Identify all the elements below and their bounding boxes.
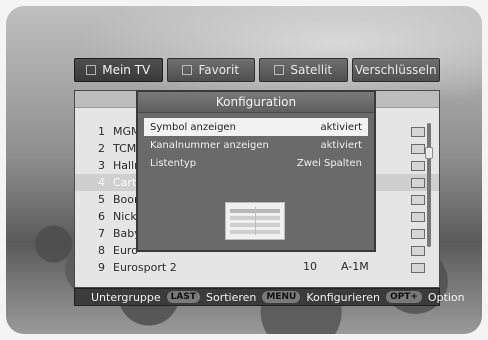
- lock-icon: [411, 194, 425, 205]
- lock-icon: [411, 228, 425, 239]
- option-value: aktiviert: [320, 139, 363, 151]
- channel-number: 2: [98, 142, 105, 155]
- tv-icon: [86, 65, 97, 75]
- bottom-help-bar: Untergruppe LAST Sortieren MENU Konfigur…: [74, 288, 465, 306]
- option-value: Zwei Spalten: [296, 157, 362, 169]
- channel-extra-col3: 10: [303, 260, 317, 273]
- option-kanalnummer-anzeigen[interactable]: Kanalnummer anzeigen aktiviert: [144, 136, 368, 154]
- channel-number: 5: [98, 193, 105, 206]
- tab-verschluesseln[interactable]: Verschlüsseln: [351, 58, 440, 82]
- channel-number: 3: [98, 159, 105, 172]
- menu-key-icon: MENU: [262, 291, 301, 303]
- channel-row[interactable]: 9 Eurosport 2 10 A-1M: [75, 259, 439, 276]
- channel-extra-col4: A-1M: [341, 260, 369, 273]
- lock-icon: [411, 211, 425, 222]
- satellite-icon: [274, 65, 285, 75]
- channel-number: 6: [98, 210, 105, 223]
- configuration-dialog: Konfiguration Symbol anzeigen aktiviert …: [136, 90, 376, 252]
- help-label: Untergruppe: [91, 290, 161, 304]
- top-tabs: Mein TV Favorit Satellit Verschlüsseln: [74, 58, 440, 82]
- channel-number: 8: [98, 244, 105, 257]
- channel-number: 1: [98, 125, 105, 138]
- help-label: Konfigurieren: [306, 290, 380, 304]
- star-icon: [182, 65, 193, 75]
- scrollbar-thumb[interactable]: [425, 147, 433, 159]
- channel-number: 7: [98, 227, 105, 240]
- tab-label: Verschlüsseln: [354, 63, 437, 77]
- channel-name: Eurosport 2: [113, 261, 177, 274]
- tab-mein-tv[interactable]: Mein TV: [74, 58, 163, 82]
- lock-icon: [411, 126, 425, 137]
- option-label: Symbol anzeigen: [150, 121, 236, 133]
- list-type-preview: [225, 202, 285, 240]
- tv-screen: Mein TV Favorit Satellit Verschlüsseln 1…: [6, 6, 482, 334]
- option-label: Kanalnummer anzeigen: [150, 139, 269, 151]
- scrollbar-track[interactable]: [427, 123, 431, 247]
- opt-key-icon: OPT+: [385, 291, 422, 303]
- lock-icon: [411, 245, 425, 256]
- dialog-title: Konfiguration: [138, 92, 374, 113]
- tab-satellit[interactable]: Satellit: [259, 58, 348, 82]
- tab-favorit[interactable]: Favorit: [166, 58, 255, 82]
- option-value: aktiviert: [320, 121, 363, 133]
- option-label: Listentyp: [150, 157, 197, 169]
- lock-icon: [411, 160, 425, 171]
- help-label: Sortieren: [205, 290, 257, 304]
- help-label: Option: [427, 290, 465, 304]
- dialog-options: Symbol anzeigen aktiviert Kanalnummer an…: [144, 118, 368, 172]
- channel-number: 9: [98, 261, 105, 274]
- channel-number: 4: [98, 176, 105, 189]
- option-listentyp[interactable]: Listentyp Zwei Spalten: [144, 154, 368, 172]
- lock-icon: [411, 262, 425, 273]
- lock-icon: [411, 177, 425, 188]
- preview-divider: [255, 207, 256, 235]
- lock-icon: [411, 143, 425, 154]
- last-key-icon: LAST: [166, 291, 200, 303]
- tab-label: Mein TV: [102, 63, 151, 77]
- tab-label: Favorit: [198, 63, 240, 77]
- option-symbol-anzeigen[interactable]: Symbol anzeigen aktiviert: [144, 118, 368, 136]
- tab-label: Satellit: [290, 63, 333, 77]
